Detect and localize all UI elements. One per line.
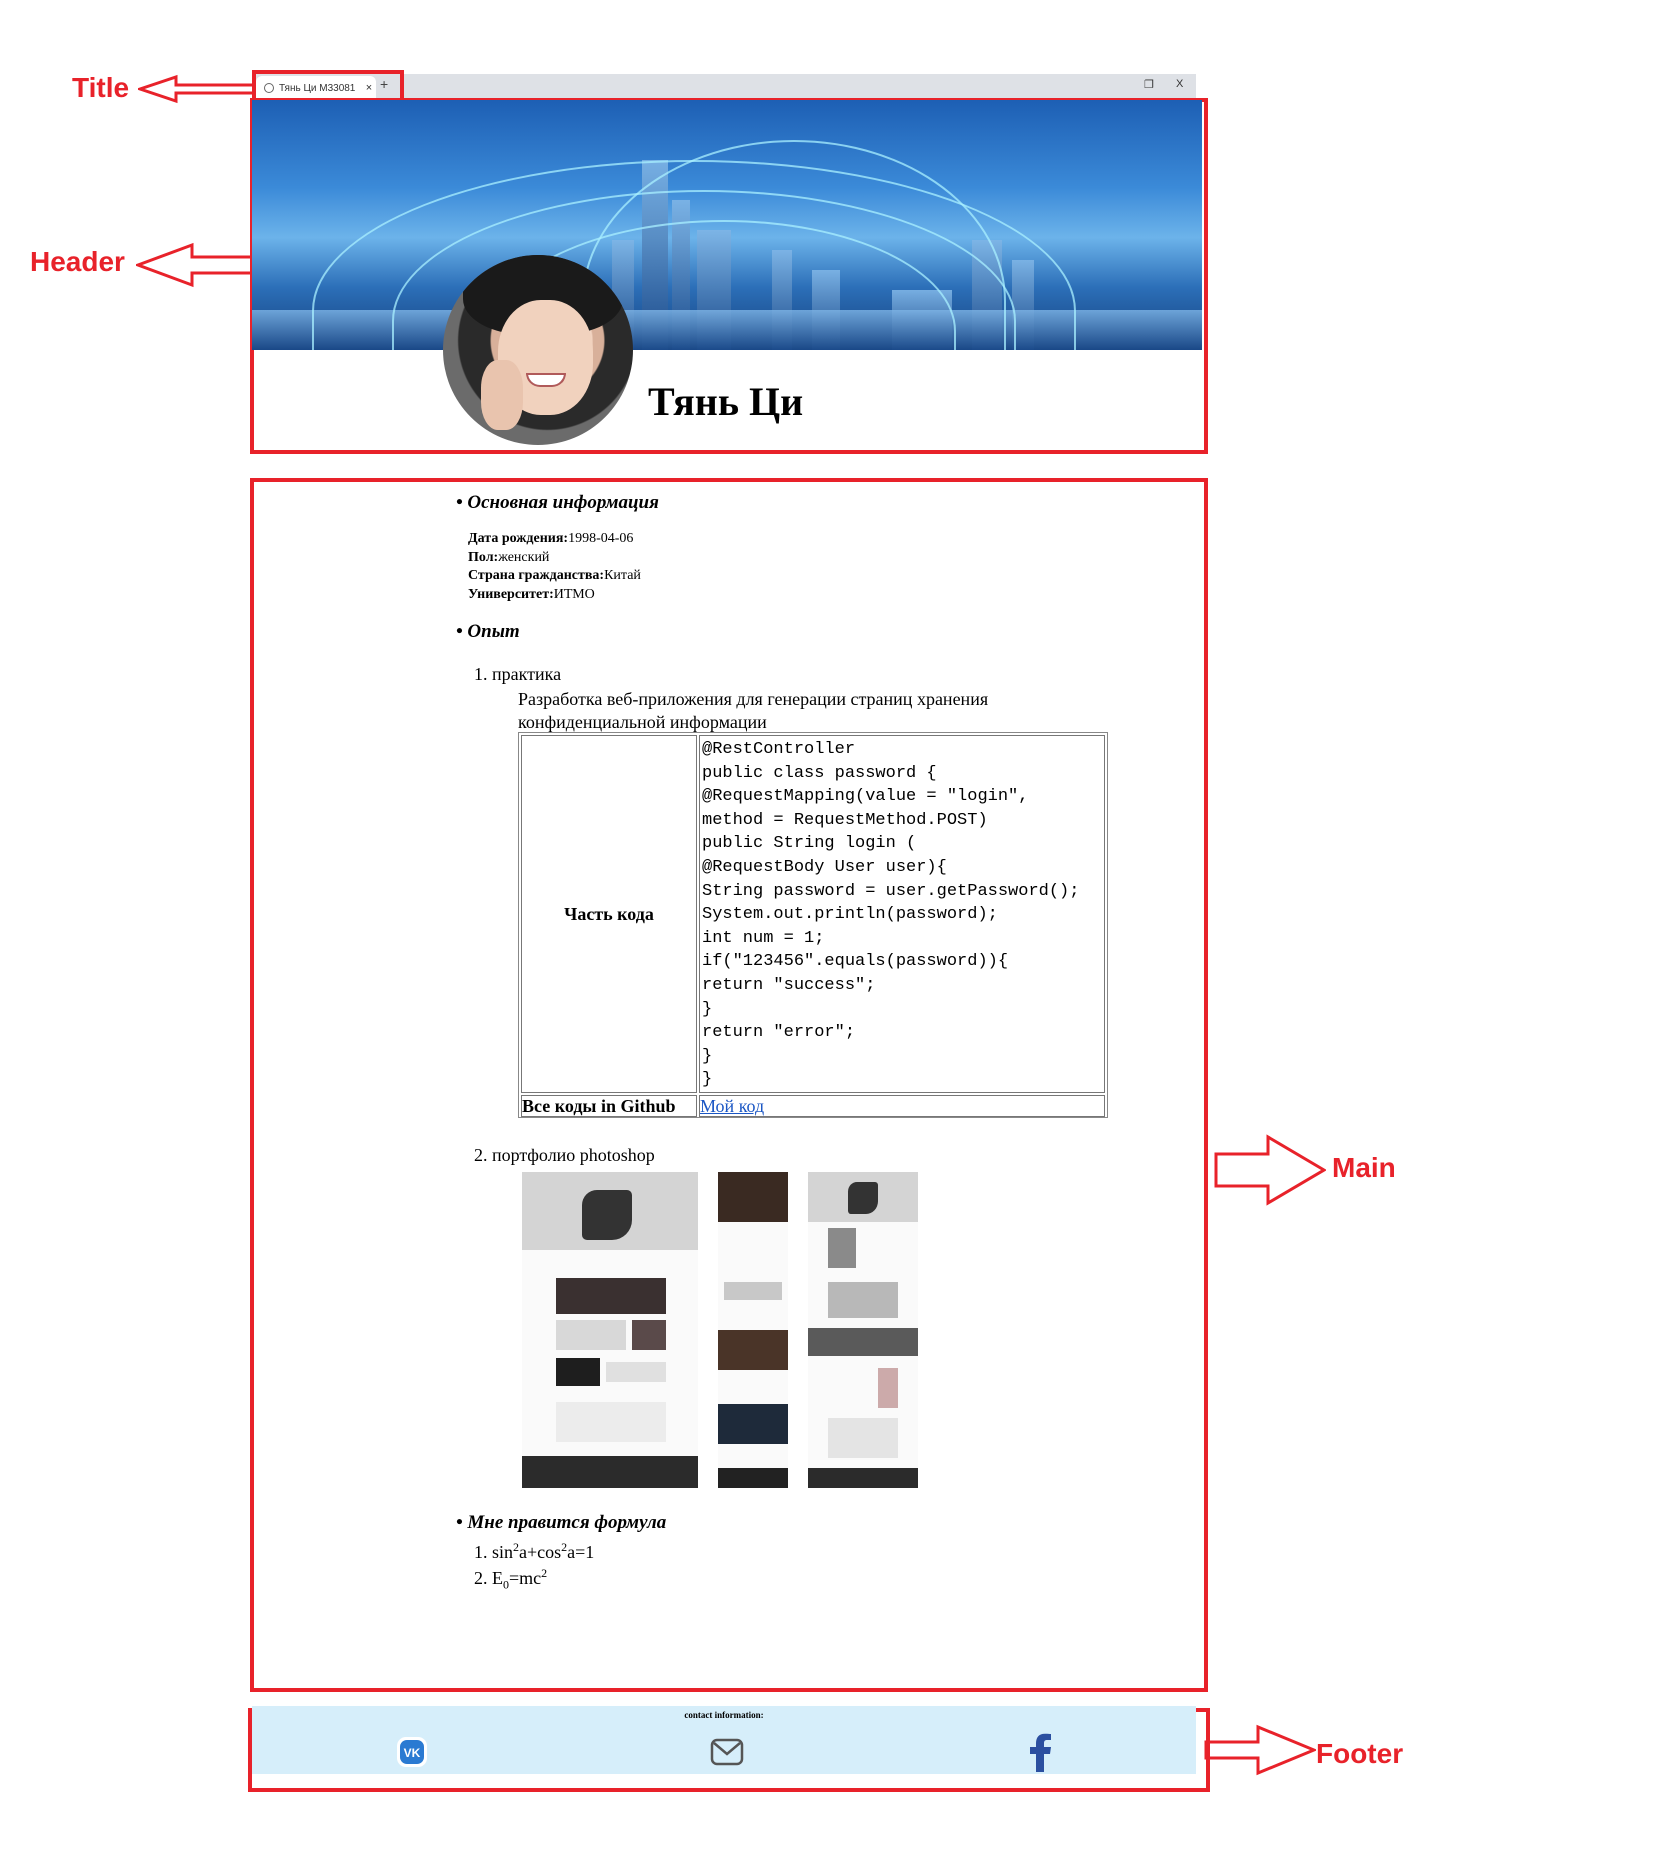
page-title-name: Тянь Ци: [648, 379, 804, 424]
code-block: @RestController public class password { …: [699, 735, 1105, 1093]
info-row: Страна гражданства:Китай: [468, 568, 641, 583]
basic-info-heading: • Основная информация: [456, 492, 659, 513]
info-row: Университет:ИТМО: [468, 586, 595, 602]
title-annotation: Title: [72, 72, 130, 103]
basic-info-list: Дата рождения:1998-04-06 Пол:женский Стр…: [468, 530, 641, 604]
footer-annotation: Footer: [1316, 1738, 1404, 1769]
portfolio-thumbnail: [522, 1172, 698, 1488]
restore-window-button[interactable]: ❐: [1144, 78, 1154, 91]
code-table: Часть кода @RestController public class …: [518, 732, 1108, 1118]
code-label-cell: Часть кода: [521, 735, 697, 1093]
footer: contact information: VK: [252, 1706, 1196, 1774]
github-link[interactable]: Мой код: [700, 1096, 764, 1116]
mail-icon[interactable]: [710, 1738, 744, 1766]
github-link-cell: Мой код: [699, 1095, 1105, 1117]
portfolio-thumbnail: [808, 1172, 918, 1488]
github-label-cell: Все коды in Github: [521, 1095, 697, 1117]
profile-avatar: [443, 255, 633, 445]
vk-icon[interactable]: VK: [396, 1736, 428, 1768]
header-banner-image: [252, 100, 1202, 350]
facebook-icon[interactable]: [1030, 1732, 1052, 1772]
info-row: Пол:женский: [468, 549, 550, 565]
header-arrow: [136, 242, 254, 288]
formula-heading: • Мне правится формула: [456, 1512, 667, 1533]
experience-item-portfolio: 2. портфолио photoshop: [474, 1145, 655, 1165]
footer-arrow: [1204, 1724, 1316, 1776]
header-annotation: Header: [30, 246, 125, 277]
experience-item-practice: 1. практика: [474, 664, 562, 684]
close-window-button[interactable]: X: [1176, 78, 1183, 90]
contact-label: contact information:: [684, 1710, 764, 1720]
main-annotation: Main: [1332, 1152, 1396, 1183]
info-row: Дата рождения:1998-04-06: [468, 531, 634, 546]
svg-text:VK: VK: [404, 1746, 421, 1760]
portfolio-thumbnail: [718, 1172, 788, 1488]
practice-description: Разработка веб-приложения для генерации …: [518, 689, 989, 732]
formula-item-energy: 2. E0=mc2: [474, 1566, 548, 1592]
main-arrow: [1214, 1134, 1326, 1206]
experience-heading: • Опыт: [456, 621, 520, 642]
title-arrow: [138, 74, 256, 104]
formula-item-trig: 1. sin2a+cos2a=1: [474, 1540, 595, 1562]
